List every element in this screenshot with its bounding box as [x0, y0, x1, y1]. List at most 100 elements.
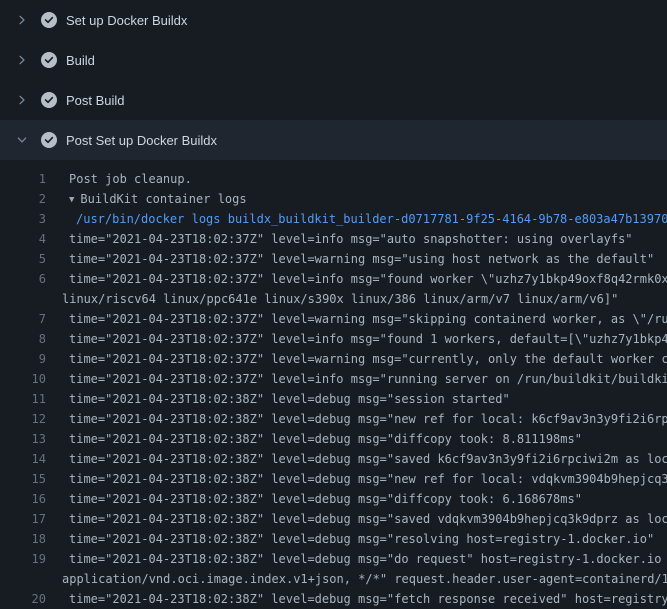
log-line-number[interactable]: 11 — [0, 389, 46, 409]
log-lines: 1 Post job cleanup. 2 ▼ BuildKit containe… — [0, 160, 667, 609]
log-line-text: time="2021-04-23T18:02:37Z" level=warnin… — [46, 349, 667, 369]
log-line-text: time="2021-04-23T18:02:37Z" level=warnin… — [46, 249, 667, 269]
log-row: 19 time="2021-04-23T18:02:38Z" level=deb… — [0, 549, 667, 569]
log-line-text: time="2021-04-23T18:02:37Z" level=info m… — [46, 369, 667, 389]
log-line-number[interactable]: 1 — [0, 169, 46, 189]
chevron-right-icon[interactable] — [14, 12, 30, 28]
log-row: 7 time="2021-04-23T18:02:37Z" level=warn… — [0, 309, 667, 329]
log-row: 12 time="2021-04-23T18:02:38Z" level=deb… — [0, 409, 667, 429]
log-text-content: time="2021-04-23T18:02:37Z" level=info m… — [69, 332, 667, 346]
log-text-content: time="2021-04-23T18:02:38Z" level=debug … — [69, 452, 667, 466]
log-line-text: time="2021-04-23T18:02:38Z" level=debug … — [46, 469, 667, 489]
log-text-content: BuildKit container logs — [80, 192, 246, 206]
log-line-text: time="2021-04-23T18:02:38Z" level=debug … — [46, 429, 667, 449]
log-text-content: time="2021-04-23T18:02:38Z" level=debug … — [69, 592, 667, 606]
log-line-number — [0, 289, 46, 309]
chevron-right-icon[interactable] — [14, 52, 30, 68]
log-line-text: time="2021-04-23T18:02:37Z" level=info m… — [46, 269, 667, 289]
log-text-content: time="2021-04-23T18:02:37Z" level=warnin… — [69, 312, 667, 326]
log-text-content: /usr/bin/docker logs buildx_buildkit_bui… — [76, 212, 667, 226]
log-row: 20 time="2021-04-23T18:02:38Z" level=deb… — [0, 589, 667, 609]
log-line-text: time="2021-04-23T18:02:38Z" level=debug … — [46, 409, 667, 429]
log-row: 2 ▼ BuildKit container logs — [0, 189, 667, 209]
log-line-text: time="2021-04-23T18:02:37Z" level=warnin… — [46, 309, 667, 329]
step-label: Set up Docker Buildx — [66, 13, 187, 28]
log-row: 13 time="2021-04-23T18:02:38Z" level=deb… — [0, 429, 667, 449]
log-text-content: linux/riscv64 linux/ppc641e linux/s390x … — [62, 292, 618, 306]
step-row-post-set-up-docker-buildx[interactable]: Post Set up Docker Buildx — [0, 120, 667, 160]
log-line-number[interactable]: 10 — [0, 369, 46, 389]
log-row: linux/riscv64 linux/ppc641e linux/s390x … — [0, 289, 667, 309]
log-line-number[interactable]: 13 — [0, 429, 46, 449]
step-row-set-up-docker-buildx[interactable]: Set up Docker Buildx — [0, 0, 667, 40]
log-line-number[interactable]: 16 — [0, 489, 46, 509]
log-line-text: time="2021-04-23T18:02:38Z" level=debug … — [46, 449, 667, 469]
log-row: 15 time="2021-04-23T18:02:38Z" level=deb… — [0, 469, 667, 489]
log-text-content: time="2021-04-23T18:02:37Z" level=warnin… — [69, 352, 667, 366]
log-line-number[interactable]: 19 — [0, 549, 46, 569]
log-row: 16 time="2021-04-23T18:02:38Z" level=deb… — [0, 489, 667, 509]
log-row: 10 time="2021-04-23T18:02:37Z" level=inf… — [0, 369, 667, 389]
log-line-text: time="2021-04-23T18:02:37Z" level=info m… — [46, 329, 667, 349]
log-line-number[interactable]: 17 — [0, 509, 46, 529]
success-check-icon — [41, 12, 57, 28]
success-check-icon — [41, 92, 57, 108]
log-line-number[interactable]: 18 — [0, 529, 46, 549]
log-row: 6 time="2021-04-23T18:02:37Z" level=info… — [0, 269, 667, 289]
log-line-text: time="2021-04-23T18:02:38Z" level=debug … — [46, 589, 667, 609]
group-toggle-icon[interactable]: ▼ — [69, 190, 74, 209]
log-row: 14 time="2021-04-23T18:02:38Z" level=deb… — [0, 449, 667, 469]
log-line-text: ▼ BuildKit container logs — [46, 189, 667, 209]
log-row: 5 time="2021-04-23T18:02:37Z" level=warn… — [0, 249, 667, 269]
log-text-content: time="2021-04-23T18:02:37Z" level=info m… — [69, 372, 667, 386]
step-row-build[interactable]: Build — [0, 40, 667, 80]
log-row: application/vnd.oci.image.index.v1+json,… — [0, 569, 667, 589]
log-line-number[interactable]: 2 — [0, 189, 46, 209]
log-line-number[interactable]: 12 — [0, 409, 46, 429]
log-row: 9 time="2021-04-23T18:02:37Z" level=warn… — [0, 349, 667, 369]
log-text-content: time="2021-04-23T18:02:37Z" level=info m… — [69, 232, 633, 246]
log-line-number[interactable]: 6 — [0, 269, 46, 289]
actions-log-viewer: { "colors": { "background": "#171c23", "… — [0, 0, 667, 600]
log-text-content: Post job cleanup. — [69, 172, 192, 186]
log-text-content: time="2021-04-23T18:02:38Z" level=debug … — [69, 532, 654, 546]
step-label: Post Build — [66, 93, 125, 108]
log-text-content: time="2021-04-23T18:02:38Z" level=debug … — [69, 412, 667, 426]
log-row: 3 /usr/bin/docker logs buildx_buildkit_b… — [0, 209, 667, 229]
log-line-text: time="2021-04-23T18:02:38Z" level=debug … — [46, 529, 667, 549]
log-line-text: linux/riscv64 linux/ppc641e linux/s390x … — [46, 289, 667, 309]
log-line-text: time="2021-04-23T18:02:38Z" level=debug … — [46, 389, 667, 409]
step-row-post-build[interactable]: Post Build — [0, 80, 667, 120]
log-row: 18 time="2021-04-23T18:02:38Z" level=deb… — [0, 529, 667, 549]
log-line-text: time="2021-04-23T18:02:38Z" level=debug … — [46, 549, 667, 569]
log-line-number[interactable]: 14 — [0, 449, 46, 469]
log-line-text: time="2021-04-23T18:02:37Z" level=info m… — [46, 229, 667, 249]
log-line-number[interactable]: 20 — [0, 589, 46, 609]
log-line-number[interactable]: 15 — [0, 469, 46, 489]
success-check-icon — [41, 132, 57, 148]
log-line-number[interactable]: 5 — [0, 249, 46, 269]
chevron-down-icon[interactable] — [14, 132, 30, 148]
log-text-content: time="2021-04-23T18:02:38Z" level=debug … — [69, 432, 582, 446]
log-text-content: time="2021-04-23T18:02:38Z" level=debug … — [69, 492, 582, 506]
log-row: 1 Post job cleanup. — [0, 169, 667, 189]
log-line-text: application/vnd.oci.image.index.v1+json,… — [46, 569, 667, 589]
log-line-number[interactable]: 7 — [0, 309, 46, 329]
log-row: 8 time="2021-04-23T18:02:37Z" level=info… — [0, 329, 667, 349]
success-check-icon — [41, 52, 57, 68]
chevron-right-icon[interactable] — [14, 92, 30, 108]
log-text-content: time="2021-04-23T18:02:38Z" level=debug … — [69, 472, 667, 486]
log-line-number — [0, 569, 46, 589]
log-line-text: time="2021-04-23T18:02:38Z" level=debug … — [46, 489, 667, 509]
log-text-content: time="2021-04-23T18:02:37Z" level=info m… — [69, 272, 667, 286]
log-row: 17 time="2021-04-23T18:02:38Z" level=deb… — [0, 509, 667, 529]
log-line-text: /usr/bin/docker logs buildx_buildkit_bui… — [46, 209, 667, 229]
step-label: Build — [66, 53, 95, 68]
step-label: Post Set up Docker Buildx — [66, 133, 217, 148]
log-line-number[interactable]: 3 — [0, 209, 46, 229]
log-line-number[interactable]: 4 — [0, 229, 46, 249]
log-text-content: application/vnd.oci.image.index.v1+json,… — [62, 572, 667, 586]
log-text-content: time="2021-04-23T18:02:38Z" level=debug … — [69, 512, 667, 526]
log-line-number[interactable]: 9 — [0, 349, 46, 369]
log-line-number[interactable]: 8 — [0, 329, 46, 349]
